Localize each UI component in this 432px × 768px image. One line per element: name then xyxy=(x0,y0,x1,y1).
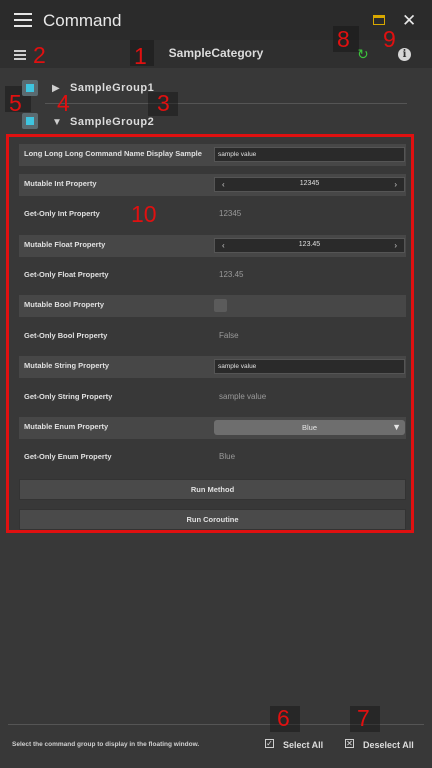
readonly-value: False xyxy=(219,331,239,340)
marker-3: 3 xyxy=(157,90,170,116)
stepper-value[interactable]: 123.45 xyxy=(215,241,404,248)
footer-hint: Select the command group to display in t… xyxy=(12,741,200,748)
run-coroutine-button[interactable]: Run Coroutine xyxy=(19,509,406,530)
stepper-value[interactable]: 12345 xyxy=(215,180,404,187)
increment-icon[interactable]: › xyxy=(394,180,397,189)
property-row: Long Long Long Command Name Display Samp… xyxy=(19,144,406,166)
marker-6: 6 xyxy=(277,705,290,731)
info-icon[interactable]: i xyxy=(398,48,411,61)
select-all-button[interactable]: Select All xyxy=(283,740,323,750)
close-icon[interactable]: ✕ xyxy=(402,12,416,29)
group1-label[interactable]: SampleGroup1 xyxy=(70,82,154,94)
window-mode-icon[interactable] xyxy=(373,15,385,25)
marker-10: 10 xyxy=(131,201,157,227)
deselect-all-icon[interactable]: ✕ xyxy=(345,739,354,748)
property-label: Mutable Float Property xyxy=(24,240,106,249)
property-row: Mutable Enum Property Blue ▼ xyxy=(19,417,406,439)
readonly-value: 12345 xyxy=(219,209,242,218)
marker-8: 8 xyxy=(337,26,350,52)
property-row: Get-Only String Property sample value xyxy=(19,387,406,409)
property-label: Mutable Int Property xyxy=(24,179,97,188)
property-label: Mutable Enum Property xyxy=(24,422,109,431)
chevron-down-icon[interactable]: ▼ xyxy=(392,420,401,435)
marker-5: 5 xyxy=(9,90,22,116)
string-input[interactable]: sample value xyxy=(214,147,405,162)
marker-7: 7 xyxy=(357,705,370,731)
menu-icon[interactable] xyxy=(14,13,32,27)
property-label: Get-Only Enum Property xyxy=(24,452,112,461)
property-row: Mutable Int Property ‹ 12345 › xyxy=(19,174,406,196)
marker-4: 4 xyxy=(57,90,70,116)
deselect-all-button[interactable]: Deselect All xyxy=(363,740,414,750)
select-all-icon[interactable]: ✓ xyxy=(265,739,274,748)
group1-checkbox[interactable] xyxy=(22,80,38,96)
readonly-value: 123.45 xyxy=(219,270,244,279)
property-label: Mutable String Property xyxy=(24,361,110,370)
increment-icon[interactable]: › xyxy=(394,241,397,250)
marker-1: 1 xyxy=(134,43,147,69)
enum-value[interactable]: Blue xyxy=(302,423,317,432)
property-label: Long Long Long Command Name Display Samp… xyxy=(24,149,202,158)
group2-checkbox[interactable] xyxy=(22,113,38,129)
property-row: Get-Only Int Property 12345 xyxy=(19,204,406,226)
property-label: Get-Only Int Property xyxy=(24,209,100,218)
marker-9: 9 xyxy=(383,26,396,52)
property-label: Get-Only Bool Property xyxy=(24,331,108,340)
collapse-arrow-icon[interactable]: ▼ xyxy=(52,117,62,128)
property-row: Mutable Bool Property xyxy=(19,295,406,317)
string-input[interactable]: sample value xyxy=(214,359,405,374)
run-method-button[interactable]: Run Method xyxy=(19,479,406,500)
bool-toggle[interactable] xyxy=(214,299,227,312)
marker-2: 2 xyxy=(33,42,46,68)
group2-label[interactable]: SampleGroup2 xyxy=(70,116,154,128)
readonly-value: sample value xyxy=(219,392,267,401)
property-label: Mutable Bool Property xyxy=(24,300,105,309)
property-row: Get-Only Float Property 123.45 xyxy=(19,265,406,287)
group-divider xyxy=(45,103,407,104)
property-row: Get-Only Bool Property False xyxy=(19,326,406,348)
property-row: Get-Only Enum Property Blue xyxy=(19,447,406,469)
property-row: Mutable String Property sample value xyxy=(19,356,406,378)
property-label: Get-Only Float Property xyxy=(24,270,109,279)
window-title: Command xyxy=(43,11,122,30)
float-stepper[interactable]: ‹ 123.45 › xyxy=(214,238,405,253)
property-row: Mutable Float Property ‹ 123.45 › xyxy=(19,235,406,257)
enum-dropdown[interactable]: Blue ▼ xyxy=(214,420,405,435)
readonly-value: Blue xyxy=(219,452,236,461)
property-label: Get-Only String Property xyxy=(24,392,113,401)
int-stepper[interactable]: ‹ 12345 › xyxy=(214,177,405,192)
